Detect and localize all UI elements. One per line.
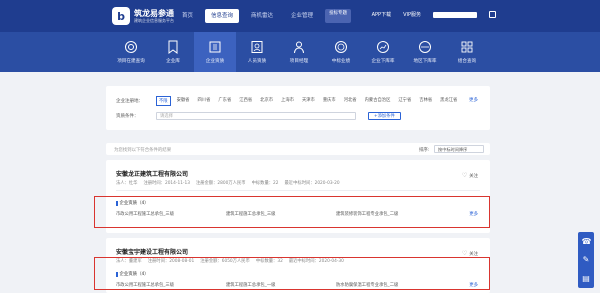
heart-icon: ♡ [461, 250, 468, 257]
company-name[interactable]: 安徽龙正建筑工程有限公司 [116, 169, 188, 178]
category-band: 项目在建查询 企业库 企业资质 人员资质 项目经理 中标业绩 企业下库率 地区下… [0, 32, 600, 72]
follow-label: 关注 [469, 173, 478, 179]
legal-person: 法人：杜华 [116, 181, 138, 186]
results-header: 为您找到以下符合条件的结果 排序: 按中标时间降序 [106, 143, 490, 155]
app-download-link[interactable]: APP下载 [372, 11, 391, 18]
category-bid-performance[interactable]: 中标业绩 [320, 32, 362, 72]
category-project[interactable]: 项目在建查询 [110, 32, 152, 72]
nav-enterprise-manage[interactable]: 企业管理 [285, 9, 319, 23]
logo-mark: b [112, 7, 130, 25]
grid-icon [461, 41, 473, 53]
category-nav: 项目在建查询 企业库 企业资质 人员资质 项目经理 中标业绩 企业下库率 地区下… [110, 32, 488, 72]
feedback-icon[interactable]: ✎ [582, 255, 591, 264]
medal-icon [335, 41, 347, 53]
results-hint: 为您找到以下符合条件的结果 [114, 148, 172, 153]
chart-icon [377, 41, 389, 53]
bookmark-icon [168, 40, 178, 54]
follow-label: 关注 [469, 251, 478, 257]
divider [116, 190, 480, 191]
region-option[interactable]: 内蒙古自治区 [363, 96, 393, 106]
floating-toolbar: ☎ ✎ ▤ [578, 232, 594, 288]
region-option[interactable]: 北京市 [258, 96, 275, 106]
region-option[interactable]: 广东省 [216, 96, 233, 106]
category-label: 人员资质 [247, 59, 267, 64]
logout-icon[interactable] [489, 11, 496, 18]
category-label: 项目在建查询 [117, 59, 145, 64]
category-label: 企业库 [166, 59, 180, 64]
nav-bid-topic[interactable]: 投标专题 [325, 9, 352, 23]
region-option[interactable]: 吉林省 [417, 96, 434, 106]
region-option[interactable]: 辽宁省 [396, 96, 413, 106]
category-label: 企业资质 [205, 59, 225, 64]
logo-subtitle: 建筑企业信息服务平台 [134, 17, 174, 23]
category-label: 地区下库率 [413, 59, 437, 64]
category-label: 企业下库率 [371, 59, 395, 64]
region-options: 不限 安徽省 四川省 广东省 江西省 北京市 上海市 天津市 重庆市 河北省 内… [156, 96, 459, 106]
document-icon[interactable]: ▤ [582, 274, 591, 283]
qual-filter-label: 资质条件： [116, 114, 139, 119]
bid-count: 中标数量：22 [251, 181, 279, 186]
sort-label: 排序: [419, 148, 430, 153]
target-icon [125, 41, 137, 53]
region-more-link[interactable]: 更多 [469, 97, 478, 103]
category-combined-query[interactable]: 组合查询 [446, 32, 488, 72]
region-option[interactable]: 重庆市 [321, 96, 338, 106]
highlight-box [94, 196, 490, 228]
category-label: 中标业绩 [331, 59, 351, 64]
nav-home[interactable]: 首页 [176, 9, 199, 23]
reg-capital: 注册金额：2800万人民币 [195, 181, 246, 186]
category-region-rate[interactable]: 地区下库率 [404, 32, 446, 72]
category-enterprise-lib[interactable]: 企业库 [152, 32, 194, 72]
follow-button[interactable]: ♡ 关注 [462, 172, 478, 179]
user-name-masked[interactable] [433, 11, 477, 18]
category-enterprise-rate[interactable]: 企业下库率 [362, 32, 404, 72]
category-personnel-qual[interactable]: 人员资质 [236, 32, 278, 72]
region-option[interactable]: 天津市 [300, 96, 317, 106]
last-bid-time: 最近中标时间：2020-03-20 [284, 181, 340, 186]
company-name[interactable]: 安徽宝宇建设工程有限公司 [116, 247, 188, 256]
follow-button[interactable]: ♡ 关注 [462, 250, 478, 257]
category-enterprise-qual[interactable]: 企业资质 [194, 32, 236, 72]
top-navbar: b 筑龙易参通 建筑企业信息服务平台 首页 信息查询 商机雷达 企业管理 投标专… [0, 0, 600, 32]
add-condition-button[interactable]: +添加条件 [368, 112, 401, 120]
region-option[interactable]: 不限 [156, 96, 171, 106]
highlight-box [94, 257, 490, 290]
category-label: 项目经理 [289, 59, 309, 64]
category-project-manager[interactable]: 项目经理 [278, 32, 320, 72]
globe-icon [419, 41, 431, 53]
region-option[interactable]: 上海市 [279, 96, 296, 106]
region-option[interactable]: 四川省 [195, 96, 212, 106]
region-filter-label: 企业注册地： [116, 99, 143, 104]
id-card-icon [251, 41, 263, 53]
logo-title: 筑龙易参通 [134, 8, 174, 18]
region-option[interactable]: 江西省 [237, 96, 254, 106]
nav-info-query[interactable]: 信息查询 [205, 9, 240, 23]
heart-icon: ♡ [461, 172, 468, 179]
vip-service-link[interactable]: VIP服务 [403, 11, 421, 18]
filter-panel: 企业注册地： 不限 安徽省 四川省 广东省 江西省 北京市 上海市 天津市 重庆… [106, 86, 490, 130]
region-option[interactable]: 安徽省 [175, 96, 192, 106]
region-option[interactable]: 黑龙江省 [438, 96, 459, 106]
nav-business-radar[interactable]: 商机雷达 [245, 9, 279, 23]
company-meta: 法人：杜华 注册时间：2014-11-13 注册金额：2800万人民币 中标数量… [116, 180, 340, 186]
qual-select-input[interactable]: 请选择 [156, 112, 356, 120]
sort-select[interactable]: 按中标时间降序 [434, 145, 484, 153]
reg-time: 注册时间：2014-11-13 [143, 181, 190, 186]
person-icon [294, 41, 304, 54]
region-option[interactable]: 河北省 [342, 96, 359, 106]
headset-icon[interactable]: ☎ [582, 237, 592, 246]
book-icon [209, 41, 221, 53]
category-label: 组合查询 [457, 59, 477, 64]
main-nav: 首页 信息查询 商机雷达 企业管理 投标专题 [176, 9, 352, 23]
